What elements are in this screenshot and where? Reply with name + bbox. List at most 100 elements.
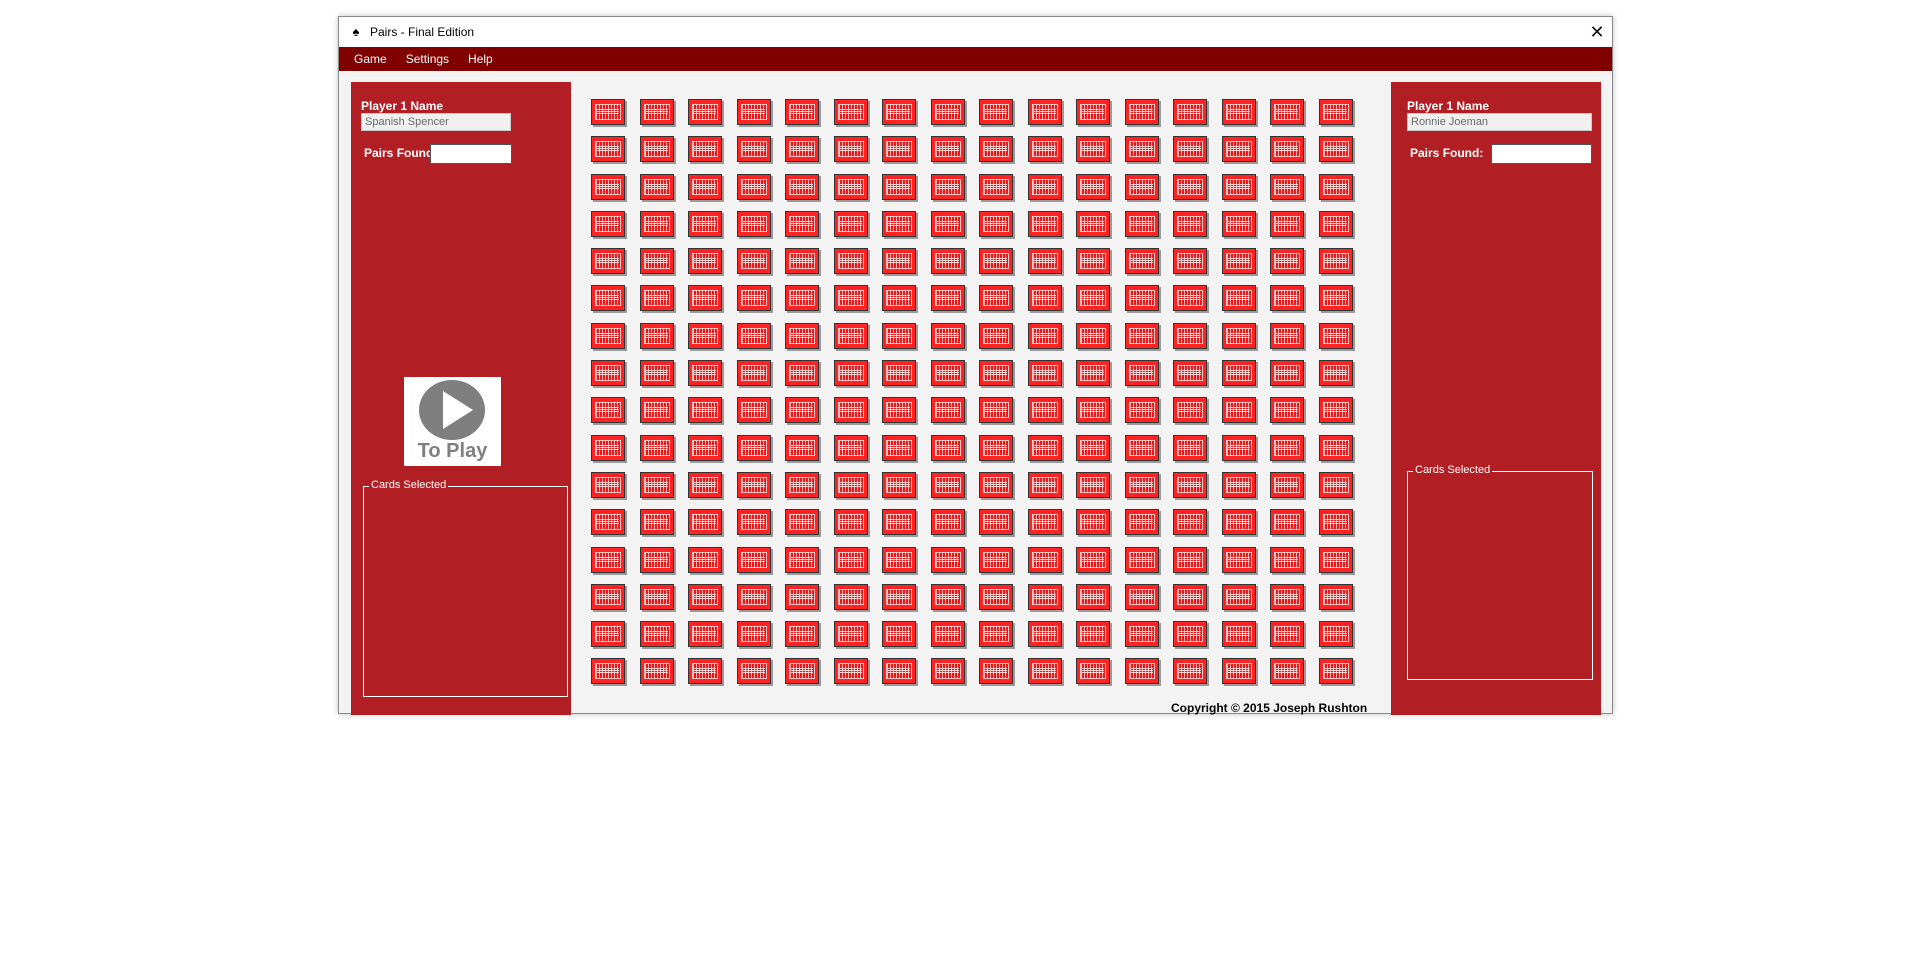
card[interactable] — [1318, 173, 1353, 200]
card[interactable] — [1027, 546, 1062, 573]
card[interactable] — [1221, 471, 1256, 498]
card[interactable] — [1027, 397, 1062, 424]
card[interactable] — [736, 471, 771, 498]
card[interactable] — [1270, 509, 1304, 536]
card[interactable] — [1124, 397, 1159, 424]
card[interactable] — [882, 285, 916, 312]
card[interactable] — [930, 136, 965, 163]
card[interactable] — [639, 434, 674, 461]
card[interactable] — [785, 471, 819, 498]
card[interactable] — [785, 285, 819, 312]
card[interactable] — [1076, 99, 1110, 125]
card[interactable] — [1270, 322, 1304, 349]
card[interactable] — [736, 99, 771, 125]
card[interactable] — [1173, 285, 1207, 312]
card[interactable] — [1076, 546, 1110, 573]
card[interactable] — [833, 583, 868, 610]
card[interactable] — [1173, 621, 1207, 648]
card[interactable] — [1027, 136, 1062, 163]
card[interactable] — [1076, 136, 1110, 163]
card[interactable] — [639, 136, 674, 163]
card[interactable] — [688, 434, 722, 461]
card[interactable] — [591, 322, 625, 349]
card[interactable] — [979, 136, 1013, 163]
card[interactable] — [882, 509, 916, 536]
card[interactable] — [688, 99, 722, 125]
card[interactable] — [639, 322, 674, 349]
card[interactable] — [1124, 434, 1159, 461]
card[interactable] — [1076, 397, 1110, 424]
card[interactable] — [736, 621, 771, 648]
card[interactable] — [1027, 471, 1062, 498]
card[interactable] — [1270, 99, 1304, 125]
card[interactable] — [1173, 322, 1207, 349]
card[interactable] — [688, 621, 722, 648]
card[interactable] — [930, 471, 965, 498]
card[interactable] — [930, 658, 965, 685]
card[interactable] — [1318, 248, 1353, 275]
card[interactable] — [930, 248, 965, 275]
card[interactable] — [930, 285, 965, 312]
card[interactable] — [1076, 173, 1110, 200]
card[interactable] — [639, 471, 674, 498]
card[interactable] — [930, 210, 965, 237]
card[interactable] — [785, 509, 819, 536]
card[interactable] — [736, 322, 771, 349]
card[interactable] — [1318, 136, 1353, 163]
card[interactable] — [736, 210, 771, 237]
card[interactable] — [1076, 248, 1110, 275]
card[interactable] — [833, 248, 868, 275]
card[interactable] — [1173, 99, 1207, 125]
card[interactable] — [1221, 546, 1256, 573]
card[interactable] — [1027, 509, 1062, 536]
card[interactable] — [591, 360, 625, 387]
card[interactable] — [1221, 621, 1256, 648]
card[interactable] — [591, 583, 625, 610]
card[interactable] — [979, 285, 1013, 312]
right-player-name-input[interactable] — [1407, 113, 1592, 131]
card[interactable] — [979, 509, 1013, 536]
card[interactable] — [1027, 99, 1062, 125]
card[interactable] — [1124, 322, 1159, 349]
card[interactable] — [639, 658, 674, 685]
card[interactable] — [1124, 509, 1159, 536]
card[interactable] — [1027, 210, 1062, 237]
card[interactable] — [1173, 509, 1207, 536]
card[interactable] — [882, 583, 916, 610]
card[interactable] — [591, 621, 625, 648]
card[interactable] — [785, 546, 819, 573]
card[interactable] — [639, 285, 674, 312]
left-pairs-found-field[interactable] — [430, 144, 512, 164]
card[interactable] — [930, 173, 965, 200]
card[interactable] — [1270, 397, 1304, 424]
card[interactable] — [1124, 285, 1159, 312]
card[interactable] — [979, 99, 1013, 125]
card[interactable] — [591, 173, 625, 200]
card[interactable] — [736, 658, 771, 685]
card[interactable] — [1124, 360, 1159, 387]
card[interactable] — [785, 621, 819, 648]
card[interactable] — [1221, 509, 1256, 536]
card[interactable] — [1124, 583, 1159, 610]
menu-game[interactable]: Game — [346, 52, 395, 66]
card[interactable] — [833, 397, 868, 424]
card[interactable] — [1173, 546, 1207, 573]
card[interactable] — [882, 360, 916, 387]
card[interactable] — [591, 546, 625, 573]
right-pairs-found-field[interactable] — [1491, 144, 1592, 164]
card[interactable] — [736, 360, 771, 387]
card[interactable] — [1221, 322, 1256, 349]
card[interactable] — [1173, 397, 1207, 424]
card[interactable] — [833, 509, 868, 536]
card[interactable] — [1221, 397, 1256, 424]
card[interactable] — [833, 210, 868, 237]
to-play-button[interactable]: To Play — [404, 377, 501, 466]
card[interactable] — [1076, 434, 1110, 461]
card[interactable] — [1173, 173, 1207, 200]
card[interactable] — [1173, 360, 1207, 387]
card[interactable] — [833, 360, 868, 387]
card[interactable] — [785, 434, 819, 461]
card[interactable] — [882, 546, 916, 573]
card[interactable] — [1318, 658, 1353, 685]
card[interactable] — [1027, 621, 1062, 648]
